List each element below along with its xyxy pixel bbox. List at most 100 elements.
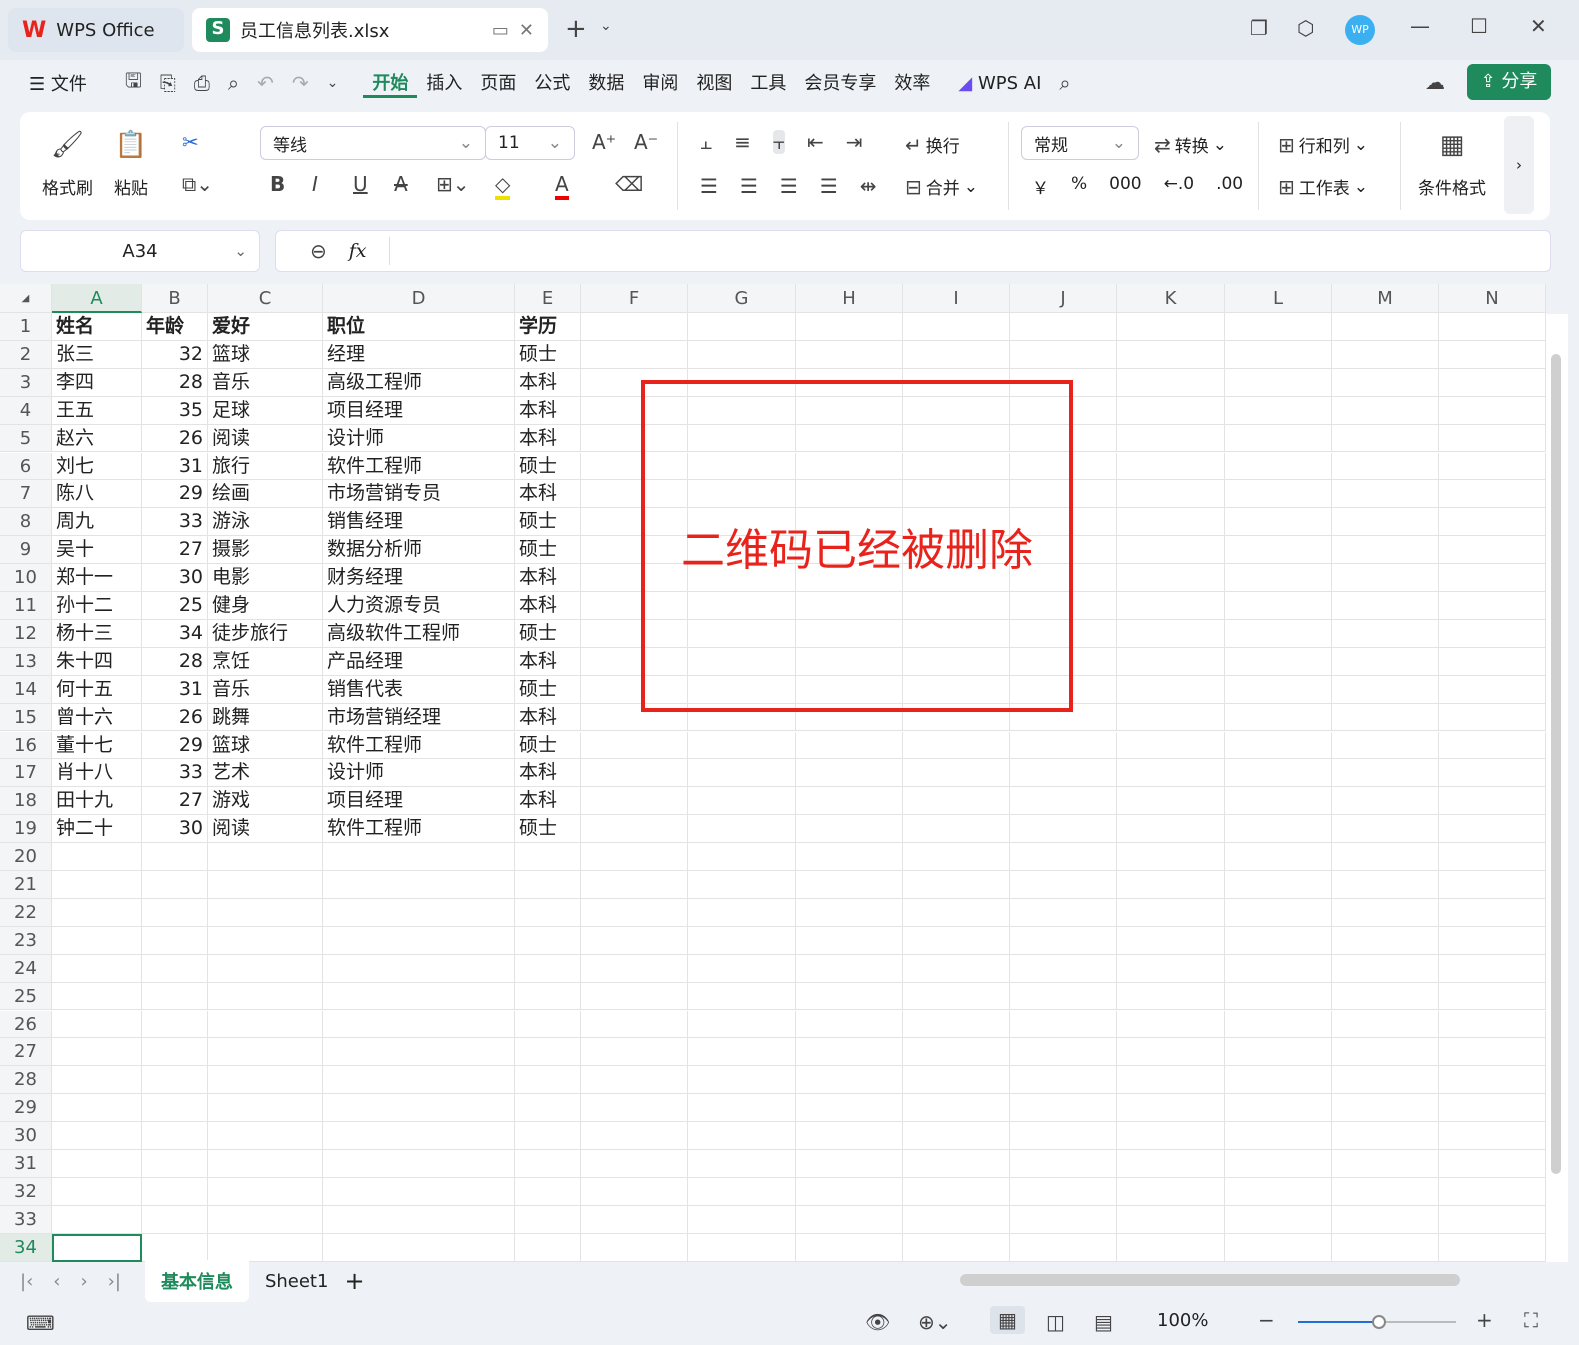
table-cell[interactable] [1332,452,1439,481]
table-cell[interactable] [1225,396,1332,425]
share-button[interactable]: ⇪ 分享 [1467,64,1551,100]
table-cell[interactable]: 高级软件工程师 [323,619,515,648]
cube-icon[interactable]: ⬡ [1297,16,1314,40]
table-cell[interactable] [688,1122,796,1150]
table-cell[interactable] [581,731,688,760]
table-cell[interactable] [1010,982,1117,1011]
table-cell[interactable]: 郑十一 [52,564,142,592]
next-sheet-icon[interactable]: › [80,1271,87,1292]
align-left-icon[interactable]: ☰ [700,174,718,198]
table-cell[interactable] [1225,536,1332,565]
table-cell[interactable] [688,1038,796,1067]
table-cell[interactable] [1117,340,1225,369]
table-cell[interactable] [1332,926,1439,955]
add-sheet-icon[interactable]: + [344,1267,364,1295]
align-middle-icon[interactable]: ≡ [734,130,751,154]
align-right-icon[interactable]: ☰ [780,174,798,198]
underline-button[interactable]: U [353,172,368,196]
table-cell[interactable] [1439,1122,1546,1150]
row-header[interactable]: 10 [0,564,52,592]
table-cell[interactable] [796,926,903,955]
table-cell[interactable] [323,1038,515,1067]
table-cell[interactable] [1010,1010,1117,1039]
column-header-M[interactable]: M [1332,284,1439,313]
table-cell[interactable] [1439,703,1546,732]
table-cell[interactable] [1332,1038,1439,1067]
table-cell[interactable] [1117,954,1225,983]
table-cell[interactable] [1332,647,1439,676]
table-cell[interactable] [1117,926,1225,955]
table-cell[interactable] [515,982,581,1011]
table-cell[interactable]: 硕士 [515,536,581,565]
export-icon[interactable]: ⎘ [151,71,185,95]
table-cell[interactable]: 孙十二 [52,592,142,620]
table-cell[interactable]: 吴十 [52,536,142,565]
tab-file[interactable]: S 员工信息列表.xlsx ▭ ✕ [192,8,548,52]
table-cell[interactable] [1332,536,1439,565]
table-cell[interactable]: 徒步旅行 [208,619,323,648]
table-cell[interactable] [1439,480,1546,509]
table-cell[interactable] [688,1010,796,1039]
table-cell[interactable]: 绘画 [208,480,323,509]
table-cell[interactable] [1439,508,1546,537]
table-cell[interactable] [581,313,688,341]
table-cell[interactable] [1117,759,1225,788]
table-cell[interactable]: 人力资源专员 [323,592,515,620]
rows-cols-button[interactable]: ⊞ 行和列 ⌄ [1278,132,1368,158]
table-cell[interactable] [581,340,688,369]
table-cell[interactable] [688,982,796,1011]
monitor-icon[interactable]: ▭ [492,20,509,41]
table-cell[interactable] [1117,731,1225,760]
table-cell[interactable] [796,843,903,871]
table-cell[interactable] [581,1094,688,1123]
row-header[interactable]: 7 [0,480,52,509]
row-header[interactable]: 6 [0,452,52,481]
outdent-icon[interactable]: ⇤ [807,130,824,154]
table-cell[interactable] [581,1066,688,1095]
table-cell[interactable] [688,1094,796,1123]
table-cell[interactable] [581,1122,688,1150]
table-cell[interactable] [515,1010,581,1039]
menu-file[interactable]: ☰ 文件 [20,70,96,96]
row-header[interactable]: 5 [0,424,52,453]
table-cell[interactable] [1439,396,1546,425]
row-header[interactable]: 27 [0,1038,52,1067]
column-header-B[interactable]: B [142,284,208,313]
table-cell[interactable] [142,1010,208,1039]
avatar[interactable]: WP [1345,15,1375,45]
copy-icon[interactable]: ⧉⌄ [182,172,213,196]
table-cell[interactable] [581,759,688,788]
row-header[interactable]: 25 [0,982,52,1011]
table-cell[interactable] [1225,564,1332,592]
table-cell[interactable] [208,1010,323,1039]
table-cell[interactable] [515,954,581,983]
table-cell[interactable]: 数据分析师 [323,536,515,565]
table-cell[interactable]: 27 [142,787,208,816]
table-cell[interactable] [1332,954,1439,983]
format-painter-button[interactable]: 🖌 格式刷 [42,130,93,199]
table-cell[interactable] [796,1010,903,1039]
menu-tab-5[interactable]: 审阅 [633,69,687,98]
table-cell[interactable] [52,1205,142,1234]
table-cell[interactable]: 26 [142,424,208,453]
table-cell[interactable] [903,1094,1010,1123]
table-cell[interactable] [1332,340,1439,369]
table-cell[interactable] [515,1233,581,1262]
table-cell[interactable]: 钟二十 [52,815,142,844]
distribute-icon[interactable]: ⇹ [860,174,877,198]
zoom-level[interactable]: 100% [1157,1310,1208,1331]
table-cell[interactable] [1439,536,1546,565]
zoom-out-icon[interactable]: − [1258,1308,1275,1332]
table-cell[interactable] [688,1150,796,1178]
row-header[interactable]: 26 [0,1010,52,1039]
table-cell[interactable]: 曾十六 [52,703,142,732]
table-cell[interactable] [688,1177,796,1206]
table-cell[interactable] [1439,982,1546,1011]
table-cell[interactable] [1225,843,1332,871]
table-cell[interactable] [1010,1177,1117,1206]
table-cell[interactable] [142,954,208,983]
table-cell[interactable] [1332,619,1439,648]
align-bottom-icon[interactable]: ⫟ [772,130,786,154]
table-cell[interactable] [1439,787,1546,816]
table-cell[interactable] [1225,647,1332,676]
